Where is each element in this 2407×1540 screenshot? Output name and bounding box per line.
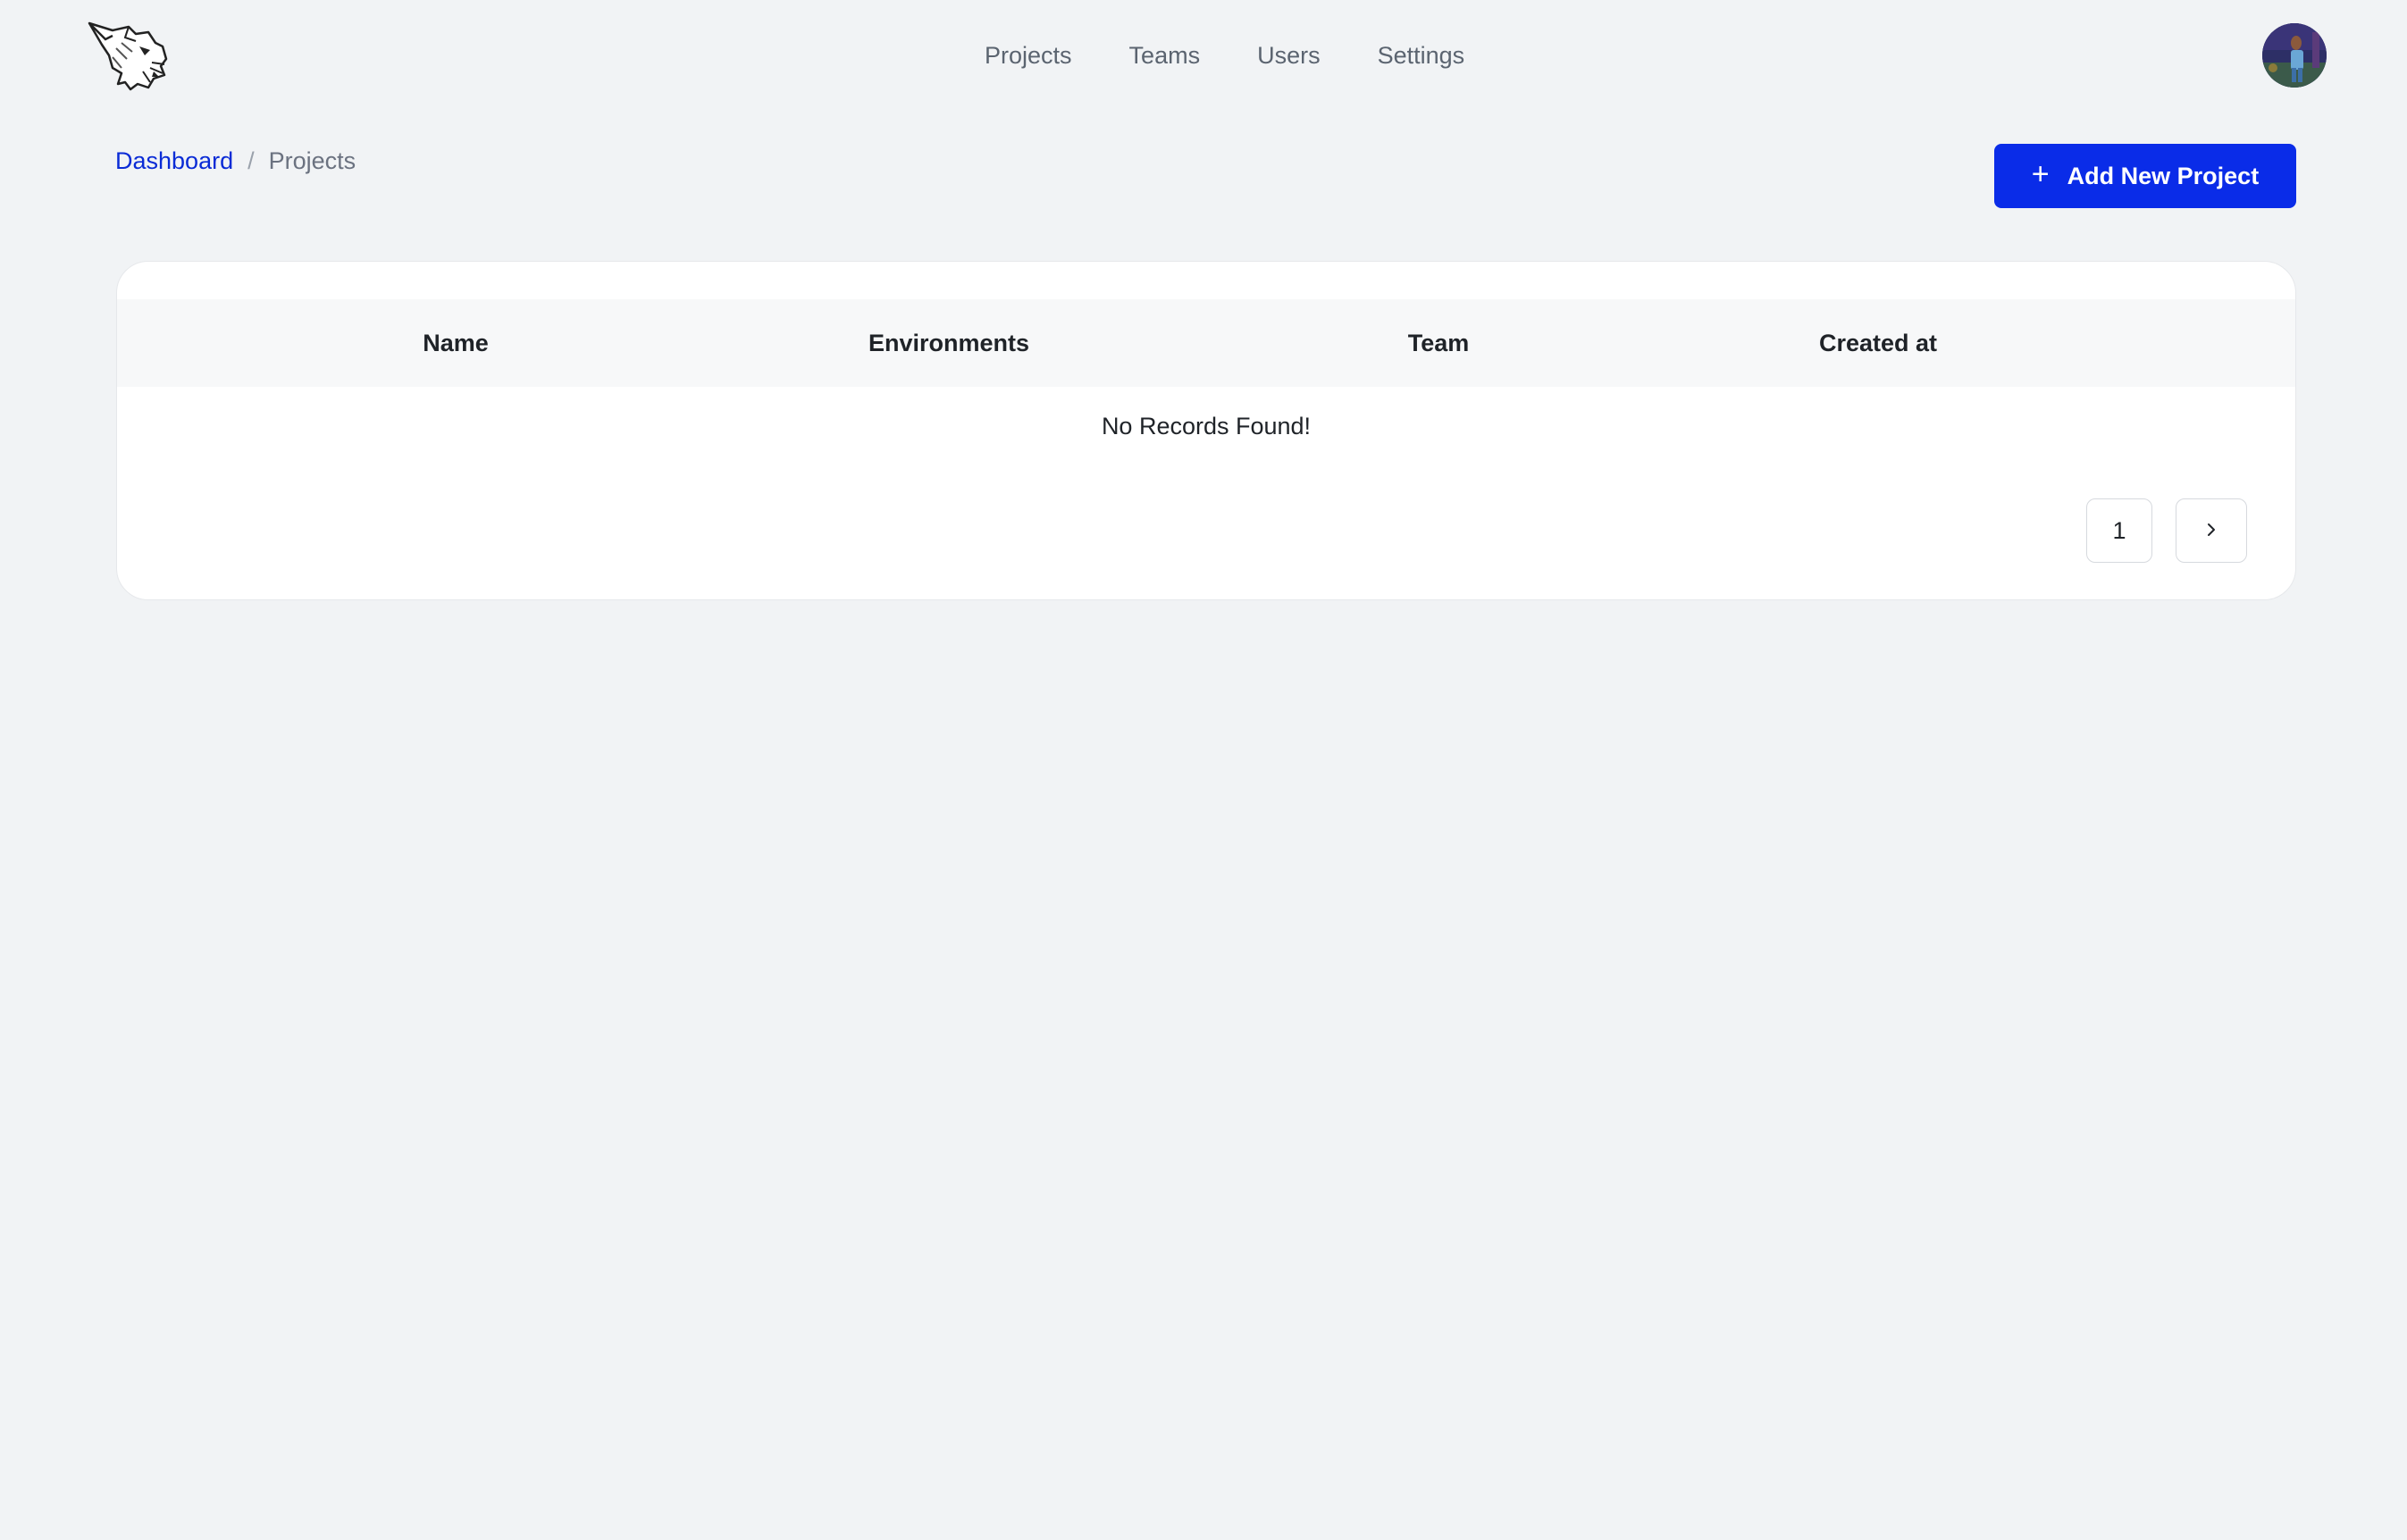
breadcrumb: Dashboard / Projects bbox=[115, 145, 356, 177]
breadcrumb-current: Projects bbox=[268, 147, 356, 174]
breadcrumb-dashboard-link[interactable]: Dashboard bbox=[115, 145, 233, 177]
user-avatar[interactable] bbox=[2262, 23, 2327, 88]
projects-table-card: Name Environments Team Created at No Rec… bbox=[116, 261, 2296, 600]
breadcrumb-separator: / bbox=[247, 147, 255, 174]
main-nav: Projects Teams Users Settings bbox=[985, 39, 1464, 71]
column-header-created-at[interactable]: Created at bbox=[1819, 299, 1937, 387]
column-header-team[interactable]: Team bbox=[1408, 299, 1470, 387]
plus-icon: + bbox=[2031, 157, 2050, 191]
nav-item-users[interactable]: Users bbox=[1257, 39, 1321, 71]
nav-item-projects[interactable]: Projects bbox=[985, 39, 1072, 71]
nav-item-settings[interactable]: Settings bbox=[1378, 39, 1465, 71]
nav-item-teams[interactable]: Teams bbox=[1129, 39, 1201, 71]
add-new-project-label: Add New Project bbox=[2067, 162, 2260, 189]
lynx-logo-icon[interactable] bbox=[86, 20, 170, 93]
add-new-project-button[interactable]: + Add New Project bbox=[1994, 144, 2296, 208]
chevron-right-icon bbox=[2202, 517, 2220, 545]
table-header: Name Environments Team Created at bbox=[117, 299, 2295, 387]
pagination-page-1[interactable]: 1 bbox=[2086, 498, 2152, 563]
column-header-environments[interactable]: Environments bbox=[868, 299, 1029, 387]
top-header: Projects Teams Users Settings bbox=[0, 0, 2407, 113]
column-header-name[interactable]: Name bbox=[423, 299, 489, 387]
pagination-next-button[interactable] bbox=[2176, 498, 2247, 563]
empty-state-message: No Records Found! bbox=[1101, 413, 1312, 439]
